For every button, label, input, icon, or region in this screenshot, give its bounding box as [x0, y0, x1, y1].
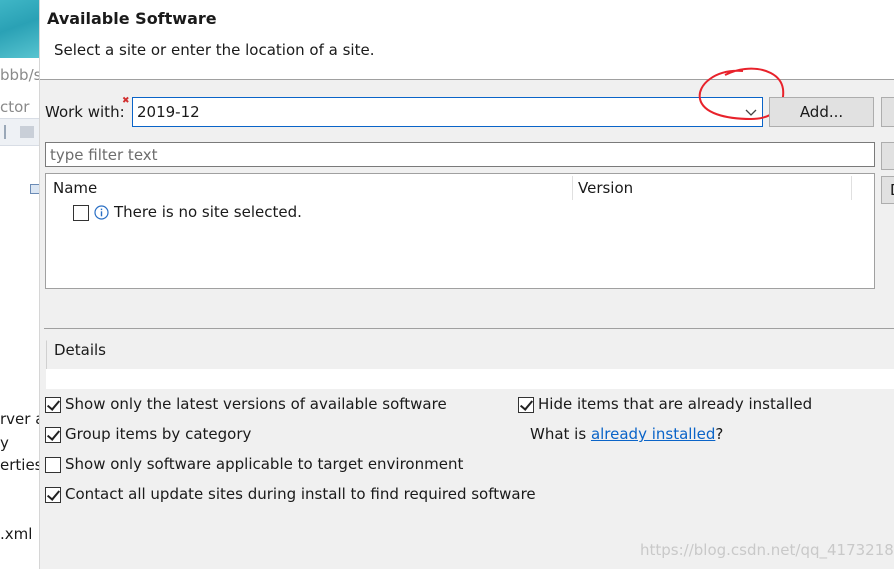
watermark-text: https://blog.csdn.net/qq_41732187: [640, 541, 894, 559]
background-toolbar-icon: [4, 125, 14, 139]
option-label[interactable]: Show only software applicable to target …: [65, 455, 463, 473]
background-item-text: erties: [0, 456, 40, 474]
option-checkbox[interactable]: [45, 397, 61, 413]
background-item-text: y: [0, 434, 9, 452]
option-checkbox[interactable]: [45, 427, 61, 443]
what-is-prefix: What is: [530, 425, 591, 443]
work-with-value: 2019-12: [137, 103, 200, 121]
chevron-down-icon[interactable]: [744, 104, 758, 120]
background-label-text: ctor: [0, 98, 30, 116]
background-item-text: rver at: [0, 410, 39, 428]
available-software-dialog: Available Software Select a site or ente…: [40, 0, 894, 569]
software-table[interactable]: Name Version There is no site selected.: [45, 173, 875, 289]
background-window: bbb/s ctor rver at y erties .xml: [0, 0, 40, 569]
filter-placeholder: type filter text: [50, 146, 158, 164]
work-with-label: Work with:: [45, 103, 125, 121]
column-header-version[interactable]: Version: [578, 179, 633, 197]
option-label[interactable]: Show only the latest versions of availab…: [65, 395, 447, 413]
background-image: [0, 0, 39, 58]
option-checkbox[interactable]: [518, 397, 534, 413]
dialog-title: Available Software: [47, 9, 217, 28]
dialog-header: Available Software Select a site or ente…: [40, 0, 894, 80]
details-label: Details: [54, 341, 107, 359]
option-label[interactable]: Hide items that are already installed: [538, 395, 812, 413]
dialog-subtitle: Select a site or enter the location of a…: [54, 41, 375, 59]
row-text: There is no site selected.: [114, 203, 302, 221]
what-is-suffix: ?: [715, 425, 724, 443]
filter-input[interactable]: type filter text: [45, 142, 875, 167]
background-toolbar-icon: [20, 126, 34, 138]
background-item-text: .xml: [0, 525, 33, 543]
row-checkbox[interactable]: [73, 205, 89, 221]
select-all-button-partial[interactable]: [881, 142, 894, 170]
details-text-area[interactable]: [46, 369, 894, 389]
add-site-button[interactable]: Add...: [769, 97, 874, 127]
manage-button-partial[interactable]: [881, 97, 894, 127]
work-with-combo[interactable]: 2019-12: [132, 97, 763, 127]
error-decoration-icon: ✖: [122, 96, 130, 106]
background-tree-icon: [30, 184, 39, 194]
option-checkbox[interactable]: [45, 487, 61, 503]
column-divider[interactable]: [851, 176, 852, 200]
column-divider[interactable]: [572, 176, 573, 200]
info-icon: [94, 205, 109, 220]
what-is-installed-text: What is already installed?: [530, 425, 723, 443]
details-group: [46, 340, 894, 370]
option-checkbox[interactable]: [45, 457, 61, 473]
already-installed-link[interactable]: already installed: [591, 425, 715, 443]
background-path-text: bbb/s: [0, 66, 40, 84]
option-label[interactable]: Group items by category: [65, 425, 251, 443]
option-label[interactable]: Contact all update sites during install …: [65, 485, 536, 503]
column-header-name[interactable]: Name: [53, 179, 97, 197]
section-divider: [44, 328, 894, 329]
deselect-all-button-partial[interactable]: D: [881, 176, 894, 204]
